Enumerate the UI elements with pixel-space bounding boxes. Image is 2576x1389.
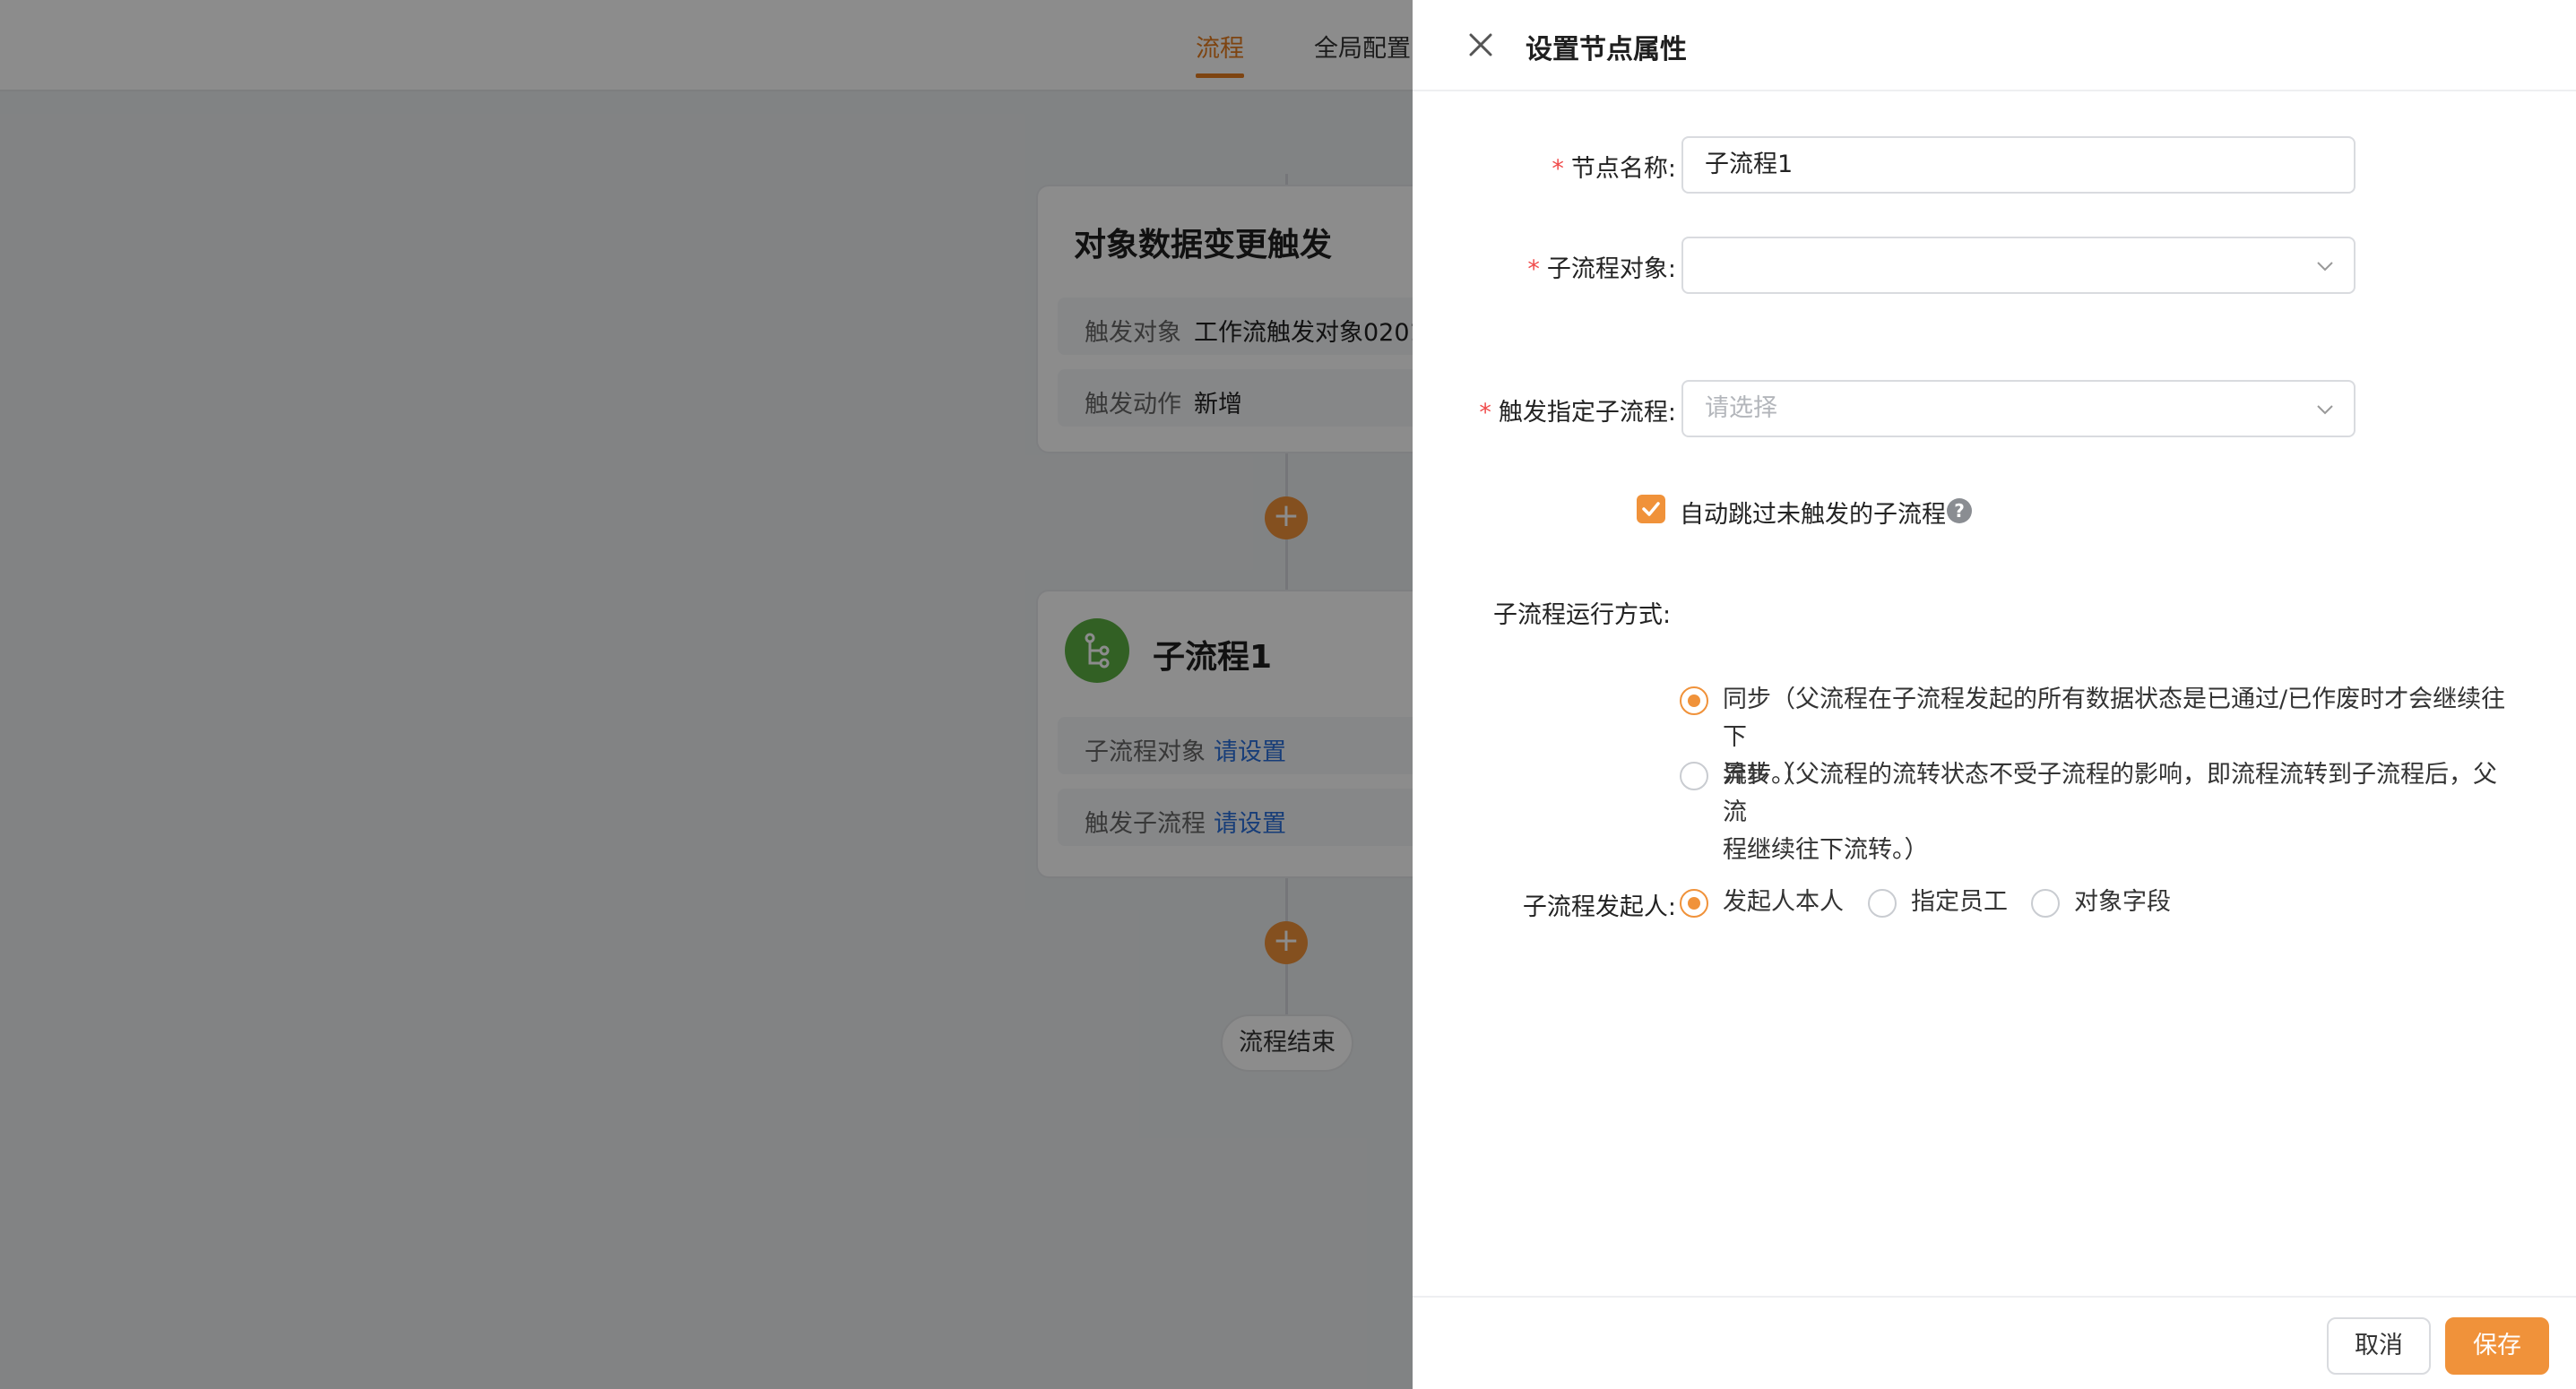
node-name-label-text: 节点名称: <box>1570 155 1676 183</box>
initiator-self-radio[interactable] <box>1680 889 1708 918</box>
run-mode-async-text-line2: 程继续往下流转。） <box>1723 836 1929 864</box>
help-icon[interactable]: ? <box>1947 498 1972 523</box>
required-mark: * <box>1479 399 1491 427</box>
run-mode-async-text[interactable]: 异步（父流程的流转状态不受子流程的影响，即流程流转到子流程后，父流 程继续往下流… <box>1723 756 2511 869</box>
save-button[interactable]: 保存 <box>2445 1317 2549 1375</box>
node-name-label: * 节点名称: <box>1552 149 1676 184</box>
required-mark: * <box>1552 155 1564 183</box>
chevron-down-icon <box>2317 262 2333 272</box>
chevron-down-icon <box>2317 405 2333 415</box>
auto-skip-label: 自动跳过未触发的子流程 <box>1680 501 1946 529</box>
initiator-self-label[interactable]: 发起人本人 <box>1723 884 1844 921</box>
trigger-subflow-placeholder: 请选择 <box>1705 394 1777 422</box>
subflow-object-label: * 子流程对象: <box>1527 249 1676 284</box>
run-mode-async-text-line1: 异步（父流程的流转状态不受子流程的影响，即流程流转到子流程后，父流 <box>1723 761 2497 826</box>
drawer-header: 设置节点属性 <box>1413 0 2576 91</box>
run-mode-sync-radio[interactable] <box>1680 686 1708 715</box>
node-name-input[interactable]: 子流程1 <box>1681 136 2356 194</box>
initiator-field-label[interactable]: 对象字段 <box>2074 884 2171 921</box>
run-mode-label: 子流程运行方式: <box>1493 601 1672 629</box>
initiator-employee-label[interactable]: 指定员工 <box>1911 884 2008 921</box>
initiator-label: 子流程发起人: <box>1522 893 1676 921</box>
trigger-subflow-label-text: 触发指定子流程: <box>1498 399 1676 427</box>
subflow-object-label-text: 子流程对象: <box>1546 255 1676 283</box>
trigger-subflow-label: * 触发指定子流程: <box>1479 393 1676 427</box>
run-mode-async-radio[interactable] <box>1680 762 1708 790</box>
initiator-employee-radio[interactable] <box>1868 889 1897 918</box>
run-mode-sync-text-line1: 同步（父流程在子流程发起的所有数据状态是已通过/已作废时才会继续往下 <box>1723 686 2506 751</box>
drawer-mask-overlay[interactable] <box>0 0 1413 1389</box>
cancel-button[interactable]: 取消 <box>2327 1317 2431 1375</box>
close-icon[interactable] <box>1463 27 1499 63</box>
node-properties-drawer: 设置节点属性 * 节点名称: 子流程1 * 子流程对象: * 触发指定子流程: 请选择… <box>1413 0 2576 1389</box>
drawer-footer: 取消 保存 <box>1413 1296 2576 1389</box>
auto-skip-checkbox[interactable] <box>1637 495 1665 523</box>
required-mark: * <box>1527 255 1540 283</box>
initiator-field-radio[interactable] <box>2031 889 2060 918</box>
subflow-object-select[interactable] <box>1681 237 2356 294</box>
trigger-subflow-select[interactable]: 请选择 <box>1681 380 2356 437</box>
drawer-title: 设置节点属性 <box>1526 34 1687 65</box>
